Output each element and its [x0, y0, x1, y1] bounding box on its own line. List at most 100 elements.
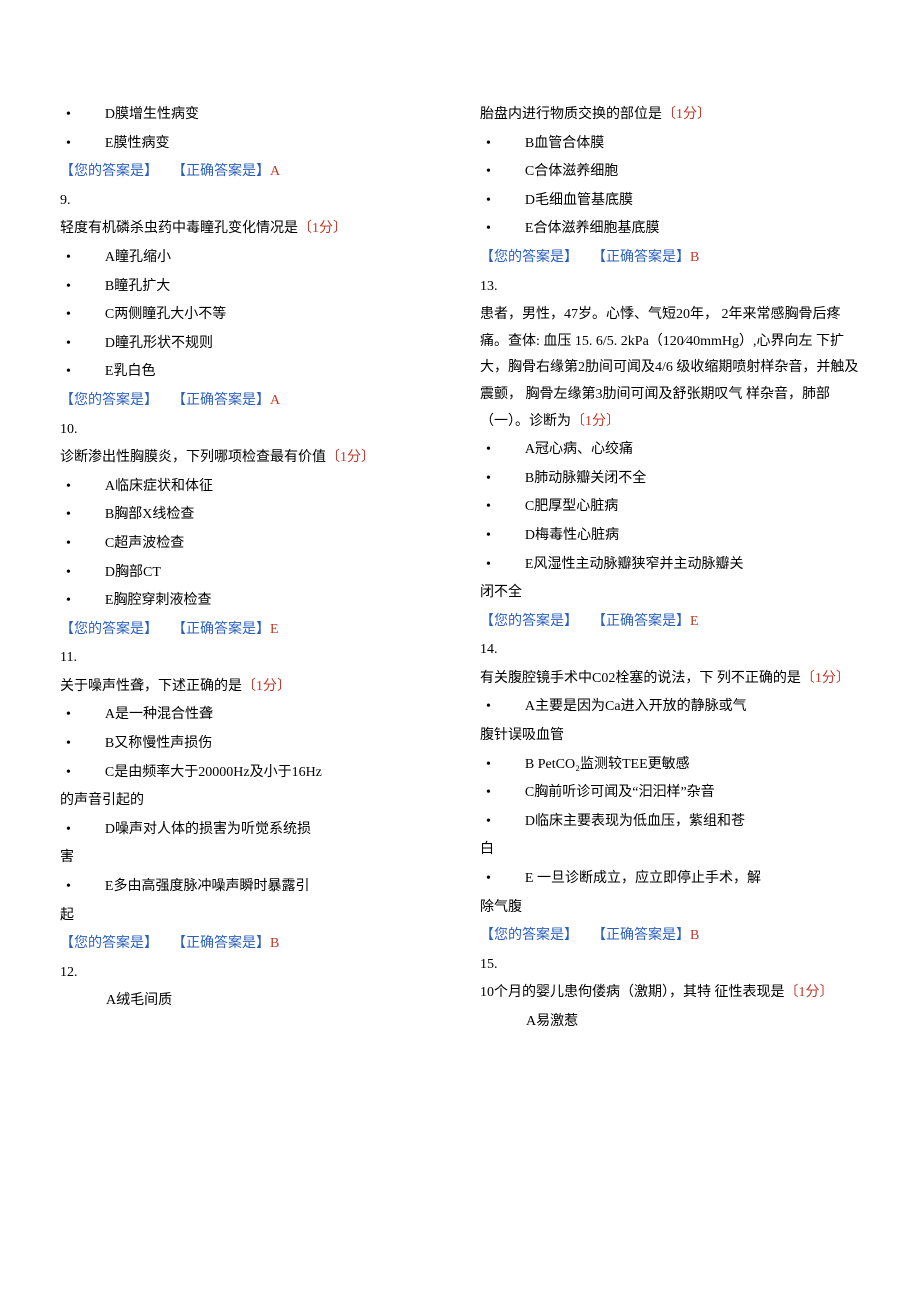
q10-answer-row: 【您的答案是】 【正确答案是】E	[60, 617, 440, 644]
q10-opt-c: •C超声波检查	[60, 531, 440, 558]
q11-opt-e: •E多由高强度脉冲噪声瞬时暴露引	[60, 874, 440, 901]
bullet-icon: •	[486, 188, 491, 215]
bullet-icon: •	[486, 466, 491, 493]
q9-opt-b: •B瞳孔扩大	[60, 274, 440, 301]
correct-answer-label: 【正确答案是】	[592, 250, 690, 265]
score-text: 〔1分〕	[571, 414, 620, 429]
q13-number: 13.	[480, 274, 860, 301]
correct-answer-label: 【正确答案是】	[172, 393, 270, 408]
option-text: D膜增生性病变	[105, 102, 440, 129]
your-answer-label: 【您的答案是】	[60, 164, 158, 179]
option-text: D临床主要表现为低血压，紫组和苍	[525, 809, 860, 836]
correct-letter: A	[270, 164, 280, 179]
your-answer-label: 【您的答案是】	[480, 928, 578, 943]
q11-opt-b: • B又称慢性声损伤	[60, 731, 440, 758]
bullet-icon: •	[486, 437, 491, 464]
bullet-icon: •	[66, 817, 71, 844]
option-text: B又称慢性声损伤	[105, 731, 440, 758]
correct-letter: E	[270, 622, 279, 637]
q14-opt-e: •E 一旦诊断成立，应立即停止手术，解	[480, 866, 860, 893]
q14-opt-c: • C胸前听诊可闻及“汩汩样”杂音	[480, 780, 860, 807]
q12-opt-d: •D毛细血管基底膜	[480, 188, 860, 215]
bullet-icon: •	[486, 552, 491, 579]
q9-opt-c: •C两侧瞳孔大小不等	[60, 302, 440, 329]
bullet-icon: •	[66, 474, 71, 501]
score-text: 〔1分〕	[326, 450, 375, 465]
correct-answer-label: 【正确答案是】	[172, 622, 270, 637]
correct-letter: B	[690, 928, 699, 943]
bullet-icon: •	[66, 245, 71, 272]
correct-answer-label: 【正确答案是】	[592, 928, 690, 943]
option-text: D噪声对人体的损害为听觉系统损	[105, 817, 440, 844]
score-text: 〔1分〕	[801, 671, 850, 686]
q8-answer-row: 【您的答案是】 【正确答案是】A	[60, 159, 440, 186]
option-text: B血管合体膜	[525, 131, 860, 158]
option-text: E多由高强度脉冲噪声瞬时暴露引	[105, 874, 440, 901]
q13-opt-c: •C肥厚型心脏病	[480, 494, 860, 521]
q13-opt-a: •A冠心病、心绞痛	[480, 437, 860, 464]
option-text: D胸部CT	[105, 560, 440, 587]
option-text: C两侧瞳孔大小不等	[105, 302, 440, 329]
option-text: C超声波检查	[105, 531, 440, 558]
q11-stem: 关于噪声性聋，下述正确的是〔1分〕	[60, 674, 440, 701]
score-text: 〔1分〕	[785, 985, 834, 1000]
q9-number: 9.	[60, 188, 440, 215]
score-text: 〔1分〕	[242, 679, 291, 694]
score-text: 〔1分〕	[298, 221, 347, 236]
option-text: C合体滋养细胞	[525, 159, 860, 186]
bullet-icon: •	[66, 131, 71, 158]
q13-opt-d: •D梅毒性心脏病	[480, 523, 860, 550]
q10-number: 10.	[60, 417, 440, 444]
option-text: B肺动脉瓣关闭不全	[525, 466, 860, 493]
correct-letter: E	[690, 614, 699, 629]
bullet-icon: •	[486, 131, 491, 158]
correct-letter: B	[270, 936, 279, 951]
bullet-icon: •	[66, 102, 71, 129]
q10-opt-a: • A临床症状和体征	[60, 474, 440, 501]
bullet-icon: •	[66, 502, 71, 529]
stem-text: 关于噪声性聋，下述正确的是	[60, 679, 242, 694]
option-text: E胸腔穿刺液检查	[105, 588, 440, 615]
bullet-icon: •	[486, 752, 491, 779]
option-text: C肥厚型心脏病	[525, 494, 860, 521]
q11-number: 11.	[60, 645, 440, 672]
q15-number: 15.	[480, 952, 860, 979]
q8-opt-d: • D膜增生性病变	[60, 102, 440, 129]
bullet-icon: •	[66, 274, 71, 301]
q14-opt-a: •A主要是因为Ca进入开放的静脉或气	[480, 694, 860, 721]
option-text: E合体滋养细胞基底膜	[525, 216, 860, 243]
q14-answer-row: 【您的答案是】 【正确答案是】B	[480, 923, 860, 950]
your-answer-label: 【您的答案是】	[480, 614, 578, 629]
option-text: C胸前听诊可闻及“汩汩样”杂音	[525, 780, 860, 807]
bullet-icon: •	[66, 760, 71, 787]
bullet-icon: •	[66, 731, 71, 758]
option-text: E膜性病变	[105, 131, 440, 158]
stem-text: 胎盘内进行物质交换的部位是	[480, 107, 662, 122]
option-text: A是一种混合性聋	[105, 702, 440, 729]
q14-number: 14.	[480, 637, 860, 664]
q11-opt-d: • D噪声对人体的损害为听觉系统损	[60, 817, 440, 844]
q12-opt-b: • B血管合体膜	[480, 131, 860, 158]
right-column: 胎盘内进行物质交换的部位是〔1分〕 •B血管合体膜 •C合体滋养细胞 •D毛细血…	[480, 100, 860, 1036]
bullet-icon: •	[486, 809, 491, 836]
option-text: C是由频率大于20000Hz及小于16Hz	[105, 760, 440, 787]
bullet-icon: •	[66, 331, 71, 358]
option-text: E风湿性主动脉瓣狭窄并主动脉瓣关	[525, 552, 860, 579]
stem-text: 诊断渗出性胸膜炎，下列哪项检查最有价值	[60, 450, 326, 465]
bullet-icon: •	[66, 702, 71, 729]
score-text: 〔1分〕	[662, 107, 711, 122]
option-text: B胸部X线检查	[105, 502, 440, 529]
option-text: A临床症状和体征	[105, 474, 440, 501]
correct-answer-label: 【正确答案是】	[592, 614, 690, 629]
q12-opt-a: A绒毛间质	[106, 988, 440, 1015]
option-text: A主要是因为Ca进入开放的静脉或气	[525, 694, 860, 721]
stem-text: 有关腹腔镜手术中C02栓塞的说法，下 列不正确的是	[480, 671, 801, 686]
bullet-icon: •	[486, 780, 491, 807]
q12-opt-e: •E合体滋养细胞基底膜	[480, 216, 860, 243]
q9-stem: 轻度有机磷杀虫药中毒瞳孔变化情况是〔1分〕	[60, 216, 440, 243]
q9-answer-row: 【您的答案是】 【正确答案是】A	[60, 388, 440, 415]
option-text: B PetCO₂监测较TEE更敏感	[525, 752, 860, 779]
q15-stem: 10个月的婴儿患佝偻病（激期），其特 征性表现是〔1分〕	[480, 980, 860, 1007]
stem-text: 轻度有机磷杀虫药中毒瞳孔变化情况是	[60, 221, 298, 236]
q15-opt-a: A易激惹	[526, 1009, 860, 1036]
